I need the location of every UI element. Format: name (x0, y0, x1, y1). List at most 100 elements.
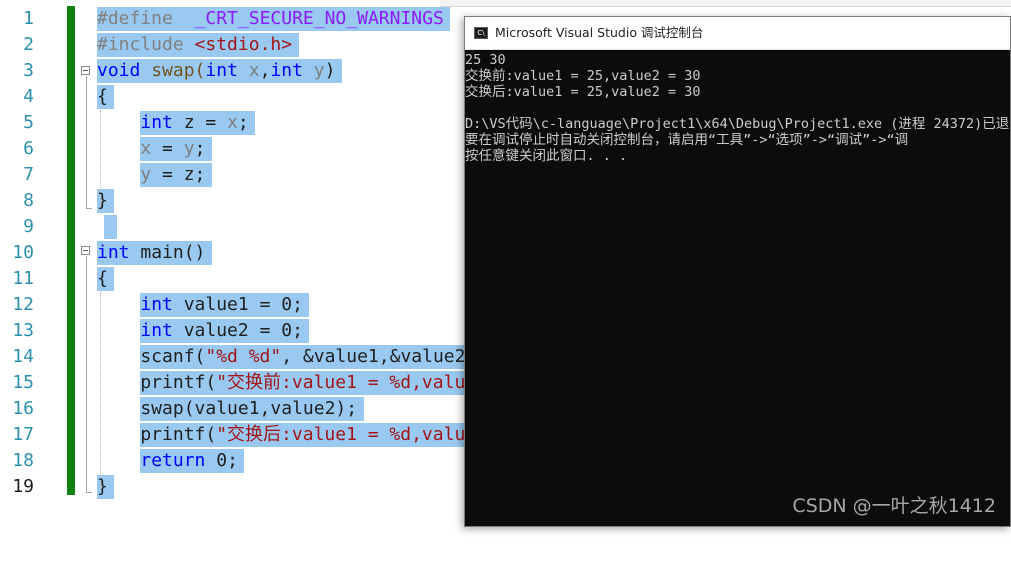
fold-line-main (86, 256, 87, 492)
line-number: 4 (23, 86, 34, 107)
code-token: z = (172, 112, 228, 133)
code-line[interactable]: #include <stdio.h> (97, 32, 292, 58)
console-output-line: 25 30 (465, 52, 506, 68)
code-token: value1 = 0; (172, 294, 303, 315)
code-token: printf( (97, 372, 217, 393)
code-line[interactable]: int main() (97, 240, 205, 266)
code-token: x (237, 60, 260, 81)
code-token: int (270, 60, 303, 81)
code-token: swap(value1,value2); (97, 398, 358, 419)
line-number: 9 (23, 216, 34, 237)
code-line[interactable]: swap(value1,value2); (97, 396, 357, 422)
code-token: x (227, 112, 238, 133)
code-line[interactable]: } (97, 474, 108, 500)
debug-console-window[interactable]: C\ Microsoft Visual Studio 调试控制台 25 30 交换… (464, 16, 1011, 527)
console-title: Microsoft Visual Studio 调试控制台 (495, 25, 704, 40)
code-token: scanf( (97, 346, 206, 367)
line-number: 8 (23, 190, 34, 211)
code-token: return (140, 450, 206, 471)
fold-end-swap (86, 208, 92, 209)
code-line[interactable]: int value1 = 0; (97, 292, 303, 318)
code-token: 0; (205, 450, 238, 471)
code-token: _CRT_SECURE_NO_WARNINGS (194, 8, 444, 29)
code-line[interactable]: void swap(int x,int y) (97, 58, 335, 84)
code-token: { (97, 268, 108, 289)
editor-tab-strip (440, 0, 1011, 7)
line-number: 15 (12, 372, 34, 393)
selection-bar (103, 215, 117, 239)
fold-toggle-main-icon[interactable] (81, 246, 90, 255)
line-number: 2 (23, 34, 34, 55)
line-number: 14 (12, 346, 34, 367)
code-token: ; (194, 138, 206, 159)
code-token: swap( (140, 60, 206, 81)
code-token: #define (97, 8, 195, 29)
line-number: 5 (23, 112, 34, 133)
code-line[interactable]: { (97, 266, 108, 292)
console-output-line: 交换后:value1 = 25,value2 = 30 (465, 84, 701, 100)
code-token: int (140, 294, 173, 315)
line-number: 12 (12, 294, 34, 315)
code-token: printf( (97, 424, 217, 445)
code-line[interactable]: { (97, 84, 108, 110)
code-line[interactable]: int value2 = 0; (97, 318, 303, 344)
code-token: } (97, 476, 108, 497)
watermark: CSDN @一叶之秋1412 (792, 495, 996, 517)
line-number: 18 (12, 450, 34, 471)
code-token: = (151, 138, 184, 159)
line-number: 11 (12, 268, 34, 289)
code-token: value2 = 0; (172, 320, 303, 341)
console-output-line: 要在调试停止时自动关闭控制台，请启用“工具”->“选项”->“调试”->“调 (465, 132, 909, 148)
code-line[interactable]: return 0; (97, 448, 238, 474)
code-token: { (97, 86, 108, 107)
code-token: int (97, 242, 130, 263)
code-token: = z; (151, 164, 206, 185)
console-output[interactable]: 25 30 交换前:value1 = 25,value2 = 30 交换后:valu… (465, 50, 1010, 526)
change-tracking-bar (67, 6, 75, 495)
code-token: int (140, 320, 173, 341)
code-token: main() (129, 242, 206, 263)
code-token: , &value1,&value2); (281, 346, 488, 367)
code-line[interactable]: } (97, 188, 108, 214)
line-number: 13 (12, 320, 34, 341)
code-line[interactable]: #define _CRT_SECURE_NO_WARNINGS (97, 6, 444, 32)
code-token: } (97, 190, 108, 211)
code-line[interactable]: y = z; (97, 162, 205, 188)
line-number: 1 (23, 8, 34, 29)
code-token: #include (97, 34, 195, 55)
code-line[interactable]: x = y; (97, 136, 205, 162)
code-token: <stdio.h> (194, 34, 293, 55)
code-token: x (140, 138, 152, 159)
code-token: int (205, 60, 238, 81)
console-output-line: 按任意键关闭此窗口. . . (465, 148, 628, 164)
line-number: 7 (23, 164, 34, 185)
line-number: 10 (12, 242, 34, 263)
line-number: 6 (23, 138, 34, 159)
fold-toggle-swap-icon[interactable] (81, 66, 90, 75)
line-number: 3 (23, 60, 34, 81)
code-line[interactable]: scanf("%d %d", &value1,&value2); (97, 344, 487, 370)
code-token: y (183, 138, 195, 159)
console-titlebar[interactable]: C\ Microsoft Visual Studio 调试控制台 (465, 17, 1010, 50)
line-number: 17 (12, 424, 34, 445)
console-output-line: D:\VS代码\c-language\Project1\x64\Debug\Pr… (465, 116, 1010, 132)
fold-end-main (86, 492, 92, 493)
console-output-line: 交换前:value1 = 25,value2 = 30 (465, 68, 701, 84)
code-token: void (97, 60, 141, 81)
code-line[interactable]: int z = x; (97, 110, 249, 136)
code-token: y (140, 164, 152, 185)
code-token: int (140, 112, 173, 133)
code-token: "%d %d" (205, 346, 282, 367)
line-number: 16 (12, 398, 34, 419)
code-token: y (302, 60, 325, 81)
code-token: , (259, 60, 271, 81)
code-token: ; (237, 112, 249, 133)
console-app-icon: C\ (474, 27, 488, 39)
fold-line-swap (86, 76, 87, 208)
